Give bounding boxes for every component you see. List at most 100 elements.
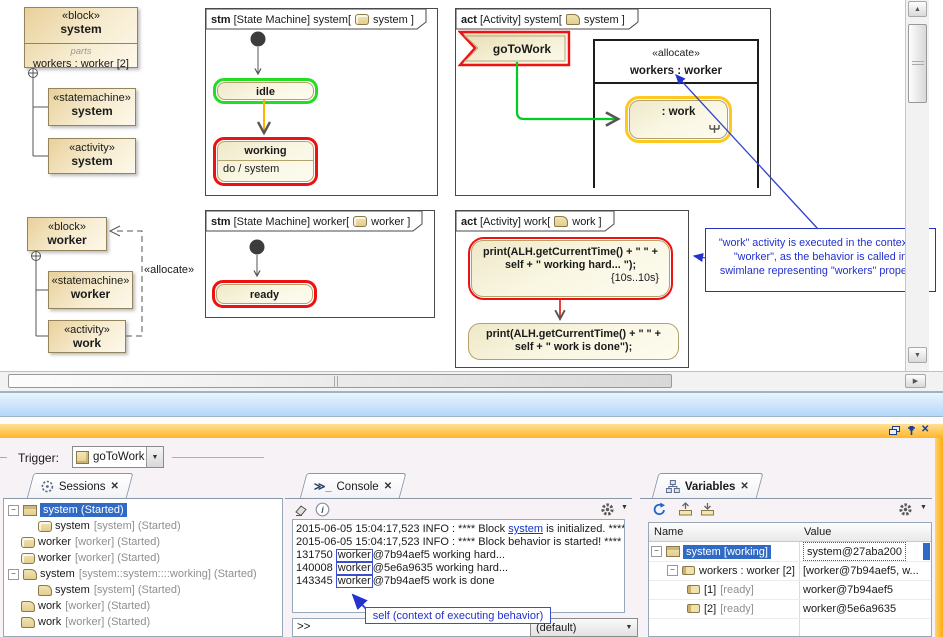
session-row[interactable]: system[system] (Started) [5, 582, 281, 598]
close-tab-icon[interactable]: ✕ [740, 481, 748, 492]
tab-variables[interactable]: Variables ✕ [652, 473, 764, 499]
scroll-up-button[interactable]: ▲ [908, 1, 927, 17]
restore-pane-icon[interactable] [889, 426, 900, 436]
collapse-all-icon[interactable] [678, 502, 693, 516]
accept-event-gotowork[interactable]: goToWork [458, 30, 572, 68]
simulation-pane-titlebar[interactable]: ✕ [0, 424, 943, 438]
state-working[interactable]: working do / system [213, 137, 318, 186]
trigger-dropdown-button[interactable]: ▼ [146, 447, 163, 467]
info-icon[interactable]: i [315, 502, 330, 517]
console-prompt: >> [297, 621, 310, 633]
sessions-tree[interactable]: − system (Started) system[system] (Start… [3, 499, 283, 637]
act-system-frame-header[interactable]: act [Activity] system[ system ] [461, 10, 625, 29]
console-settings-caret-icon[interactable]: ▼ [621, 504, 628, 511]
activity-system-element[interactable]: «activity» system [48, 138, 136, 174]
selection-tail [923, 543, 930, 560]
act-system-frame[interactable]: act [Activity] system[ system ] «allocat… [455, 8, 771, 196]
activity-icon [21, 601, 35, 612]
variables-table[interactable]: Name Value − system [working] system@27a… [648, 522, 932, 637]
state-idle[interactable]: idle [213, 78, 318, 104]
session-row[interactable]: worker[worker] (Started) [5, 550, 281, 566]
variables-icon [666, 480, 680, 493]
collapse-toggle[interactable]: − [8, 569, 19, 580]
panel-edge-strip [935, 438, 943, 637]
session-row[interactable]: work[worker] (Started) [5, 598, 281, 614]
trigger-combobox[interactable]: goToWork ▼ [72, 446, 164, 468]
collapse-toggle[interactable]: − [8, 505, 19, 516]
session-row[interactable]: − system (Started) [5, 502, 281, 518]
part-property-icon [687, 585, 700, 594]
scroll-down-button[interactable]: ▼ [908, 347, 927, 363]
log-line: 2015-06-05 15:04:17,523 INFO : **** Bloc… [296, 536, 624, 549]
close-tab-icon[interactable]: ✕ [111, 481, 119, 492]
collapse-toggle[interactable]: − [667, 565, 678, 576]
log-line: 140008 worker@5e6a9635 working hard... [296, 562, 624, 575]
language-dropdown-button[interactable]: ▼ [621, 619, 637, 636]
block-icon [666, 546, 680, 557]
expand-all-icon[interactable] [700, 502, 715, 516]
refresh-icon[interactable] [652, 502, 667, 517]
tab-console[interactable]: ≫_ Console ✕ [300, 473, 407, 499]
console-settings-gear-icon[interactable] [600, 502, 615, 517]
variable-row[interactable]: [1] [ready] worker@7b94aef5 [649, 580, 931, 600]
vertical-scroll-thumb[interactable] [908, 24, 927, 103]
variable-row[interactable]: [2] [ready] worker@5e6a9635 [649, 599, 931, 619]
state-machine-diagram-icon [355, 14, 369, 25]
block-worker-element[interactable]: «block» worker [27, 217, 107, 251]
part-property[interactable]: workers : worker [2] [33, 58, 129, 70]
stm-worker-frame-header[interactable]: stm [State Machine] worker[ worker ] [211, 212, 410, 231]
stereotype: «statemachine» [53, 92, 131, 104]
session-row[interactable]: system[system] (Started) [5, 518, 281, 534]
horizontal-scroll-thumb[interactable] [8, 374, 672, 388]
block-name: system [60, 22, 101, 36]
variable-row[interactable]: − system [working] system@27aba200 [649, 542, 931, 562]
act-work-frame-header[interactable]: act [Activity] work[ work ] [461, 212, 602, 231]
stereotype: «block» [62, 10, 100, 22]
self-context-highlight[interactable]: worker [336, 549, 373, 562]
stm-worker-frame[interactable]: stm [State Machine] worker[ worker ] rea… [205, 210, 435, 318]
splitter-band[interactable] [0, 391, 943, 417]
console-tab-underline [285, 498, 632, 499]
do-activity-label: do / system [218, 161, 313, 175]
diagram-vertical-scrollbar[interactable]: ▲ ▼ [905, 0, 929, 371]
statemachine-worker-element[interactable]: «statemachine» worker [48, 271, 133, 309]
variables-settings-caret-icon[interactable]: ▼ [920, 504, 927, 511]
self-context-highlight[interactable]: worker [336, 562, 373, 575]
activity-icon [23, 569, 37, 580]
diagram-canvas[interactable]: «block» system parts workers : worker [2… [0, 0, 943, 371]
column-header-name[interactable]: Name [654, 526, 683, 538]
block-system-element[interactable]: «block» system parts workers : worker [2… [24, 7, 138, 68]
call-behavior-work[interactable]: : work [625, 96, 732, 143]
stm-system-frame-header[interactable]: stm [State Machine] system[ system ] [211, 10, 414, 29]
session-row[interactable]: − system[system::system::::working] (Sta… [5, 566, 281, 582]
statemachine-system-element[interactable]: «statemachine» system [48, 88, 136, 126]
session-row[interactable]: worker[worker] (Started) [5, 534, 281, 550]
clear-console-icon[interactable] [292, 504, 308, 517]
tab-sessions[interactable]: Sessions ✕ [27, 473, 134, 499]
close-tab-icon[interactable]: ✕ [384, 481, 392, 492]
self-context-tooltip: self (context of executing behavior) [365, 607, 551, 624]
variable-row[interactable]: − workers : worker [2] [worker@7b94aef5,… [649, 561, 931, 581]
console-icon: ≫_ [314, 480, 332, 493]
close-pane-icon[interactable]: ✕ [921, 424, 929, 435]
state-ready[interactable]: ready [212, 280, 317, 308]
annotation-note[interactable]: "work" activity is executed in the conte… [705, 228, 936, 292]
stereotype: «activity» [64, 324, 110, 336]
self-context-highlight[interactable]: worker [336, 575, 373, 588]
element-link[interactable]: system [508, 523, 543, 535]
session-row[interactable]: work[worker] (Started) [5, 614, 281, 630]
act-work-frame[interactable]: act [Activity] work[ work ] print(ALH.ge… [455, 210, 689, 368]
variables-settings-gear-icon[interactable] [898, 502, 913, 517]
table-header: Name Value [649, 523, 931, 542]
column-header-value[interactable]: Value [804, 526, 831, 538]
collapse-toggle[interactable]: − [651, 546, 662, 557]
activity-work-element[interactable]: «activity» work [48, 320, 126, 353]
caret-down-icon: ▼ [626, 624, 633, 631]
pin-pane-icon[interactable] [907, 425, 916, 436]
caret-down-icon: ▼ [152, 454, 159, 461]
diagram-horizontal-scrollbar[interactable]: ▶ [0, 371, 943, 391]
action-print-work-done[interactable]: print(ALH.getCurrentTime() + " " + self … [468, 323, 679, 360]
scroll-right-button[interactable]: ▶ [905, 374, 926, 388]
stm-system-frame[interactable]: stm [State Machine] system[ system ] idl… [205, 8, 438, 196]
action-print-working-hard[interactable]: print(ALH.getCurrentTime() + " " + self … [468, 237, 673, 300]
